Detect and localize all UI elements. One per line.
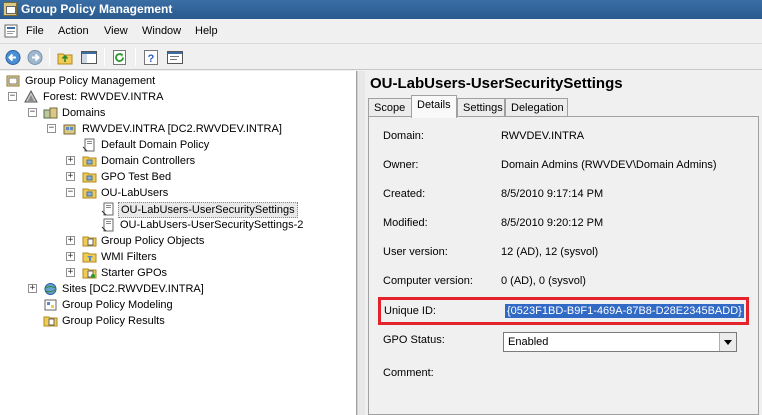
tree-item-ou-labusers-usersecuritysettings[interactable]: OU-LabUsers-UserSecuritySettings	[0, 201, 350, 218]
chevron-down-icon[interactable]	[719, 333, 736, 351]
modified-label: Modified:	[383, 217, 428, 229]
menu-action[interactable]: Action	[58, 25, 89, 37]
domain-label: Domain:	[383, 130, 424, 142]
unique-id-highlight-box: Unique ID: {0523F1BD-B9F1-469A-87B8-D28E…	[378, 297, 749, 325]
toolbar: ?	[0, 45, 762, 70]
tree-item-ou-labusers[interactable]: − OU-LabUsers	[0, 185, 350, 201]
expand-expander[interactable]: +	[66, 236, 75, 245]
gpo-heading: OU-LabUsers-UserSecuritySettings	[370, 75, 623, 92]
tree-item-group-policy-objects[interactable]: + Group Policy Objects	[0, 233, 350, 249]
menu-help[interactable]: Help	[195, 25, 218, 37]
tree-item-group-policy-results[interactable]: Group Policy Results	[0, 313, 350, 329]
tree-item-starter-gpos[interactable]: + Starter GPOs	[0, 265, 350, 281]
tree-item-default-domain-policy[interactable]: Default Domain Policy	[0, 137, 350, 153]
tab-details[interactable]: Details	[411, 95, 457, 118]
up-folder-icon[interactable]	[55, 48, 75, 67]
console-tree[interactable]: Group Policy Management − Forest: RWVDEV…	[0, 71, 357, 415]
tree-item-gpo-test-bed[interactable]: + GPO Test Bed	[0, 169, 350, 185]
menu-view[interactable]: View	[104, 25, 128, 37]
tab-settings[interactable]: Settings	[457, 98, 505, 117]
gpm-app-icon	[3, 2, 17, 16]
modeling-icon	[44, 299, 57, 311]
menu-window[interactable]: Window	[142, 25, 181, 37]
refresh-icon[interactable]	[110, 48, 130, 67]
forward-icon[interactable]	[25, 48, 45, 67]
unique-id-label: Unique ID:	[384, 305, 436, 317]
tab-delegation[interactable]: Delegation	[505, 98, 568, 117]
back-icon[interactable]	[3, 48, 23, 67]
owner-value: Domain Admins (RWVDEV\Domain Admins)	[501, 159, 717, 171]
details-pane: OU-LabUsers-UserSecuritySettings Scope D…	[365, 71, 762, 415]
show-hide-tree-icon[interactable]	[79, 48, 99, 67]
expand-expander[interactable]: +	[66, 172, 75, 181]
gpo-link-icon	[101, 218, 114, 232]
window-title: Group Policy Management	[21, 2, 173, 16]
ou-folder-icon	[82, 172, 97, 183]
tree-item-forest[interactable]: − Forest: RWVDEV.INTRA	[0, 89, 350, 105]
collapse-expander[interactable]: −	[28, 108, 37, 117]
gpo-link-icon	[82, 138, 95, 152]
tree-item-group-policy-management[interactable]: Group Policy Management	[0, 73, 350, 89]
svg-text:?: ?	[148, 53, 155, 65]
wmi-folder-icon	[82, 252, 97, 263]
computer-version-value: 0 (AD), 0 (sysvol)	[501, 275, 586, 287]
domain-value: RWVDEV.INTRA	[501, 130, 585, 142]
details-tab-panel: Domain: RWVDEV.INTRA Owner: Domain Admin…	[368, 116, 759, 415]
tree-item-wmi-filters[interactable]: + WMI Filters	[0, 249, 350, 265]
tree-item-sites[interactable]: + Sites [DC2.RWVDEV.INTRA]	[0, 281, 350, 297]
pane-splitter[interactable]	[357, 71, 365, 415]
sites-icon	[44, 283, 57, 295]
tree-item-group-policy-modeling[interactable]: Group Policy Modeling	[0, 297, 350, 313]
ou-folder-icon	[82, 188, 97, 199]
collapse-expander[interactable]: −	[66, 188, 75, 197]
help-icon[interactable]: ?	[141, 48, 161, 67]
user-version-label: User version:	[383, 246, 448, 258]
collapse-expander[interactable]: −	[8, 92, 17, 101]
expand-expander[interactable]: +	[66, 252, 75, 261]
created-value: 8/5/2010 9:17:14 PM	[501, 188, 604, 200]
starter-gpo-folder-icon	[82, 268, 97, 279]
modified-value: 8/5/2010 9:20:12 PM	[501, 217, 604, 229]
menu-bar: File Action View Window Help	[0, 19, 762, 44]
tree-item-domain-controllers[interactable]: + Domain Controllers	[0, 153, 350, 169]
properties-icon[interactable]	[165, 48, 185, 67]
system-menu-icon[interactable]	[4, 24, 18, 38]
expand-expander[interactable]: +	[66, 268, 75, 277]
ou-folder-icon	[82, 156, 97, 167]
created-label: Created:	[383, 188, 426, 200]
gpo-status-selected-value: Enabled	[508, 336, 549, 348]
tree-item-ou-labusers-usersecuritysettings-2[interactable]: OU-LabUsers-UserSecuritySettings-2	[0, 217, 350, 233]
results-icon	[43, 316, 58, 327]
gpo-status-select[interactable]: Enabled	[503, 332, 737, 352]
menu-file[interactable]: File	[26, 25, 44, 37]
tree-item-rwvdev-domain[interactable]: − RWVDEV.INTRA [DC2.RWVDEV.INTRA]	[0, 121, 350, 137]
toolbar-separator	[135, 48, 136, 66]
gpm-console-icon	[6, 75, 20, 87]
user-version-value: 12 (AD), 12 (sysvol)	[501, 246, 599, 258]
expand-expander[interactable]: +	[66, 156, 75, 165]
forest-icon	[24, 90, 38, 103]
computer-version-label: Computer version:	[383, 275, 473, 287]
toolbar-separator	[49, 48, 50, 66]
collapse-expander[interactable]: −	[47, 124, 56, 133]
owner-label: Owner:	[383, 159, 419, 171]
tree-item-domains[interactable]: − Domains	[0, 105, 350, 121]
domain-icon	[63, 124, 76, 135]
domains-icon	[43, 107, 58, 119]
comment-label: Comment:	[383, 367, 434, 379]
toolbar-separator	[104, 48, 105, 66]
expand-expander[interactable]: +	[28, 284, 37, 293]
gpo-link-icon	[101, 202, 114, 216]
gpo-folder-icon	[82, 236, 97, 247]
gpo-status-label: GPO Status:	[383, 334, 445, 346]
tab-scope[interactable]: Scope	[368, 98, 412, 117]
unique-id-value[interactable]: {0523F1BD-B9F1-469A-87B8-D28E2345BADD}	[505, 304, 744, 318]
title-bar[interactable]: Group Policy Management	[0, 0, 762, 19]
